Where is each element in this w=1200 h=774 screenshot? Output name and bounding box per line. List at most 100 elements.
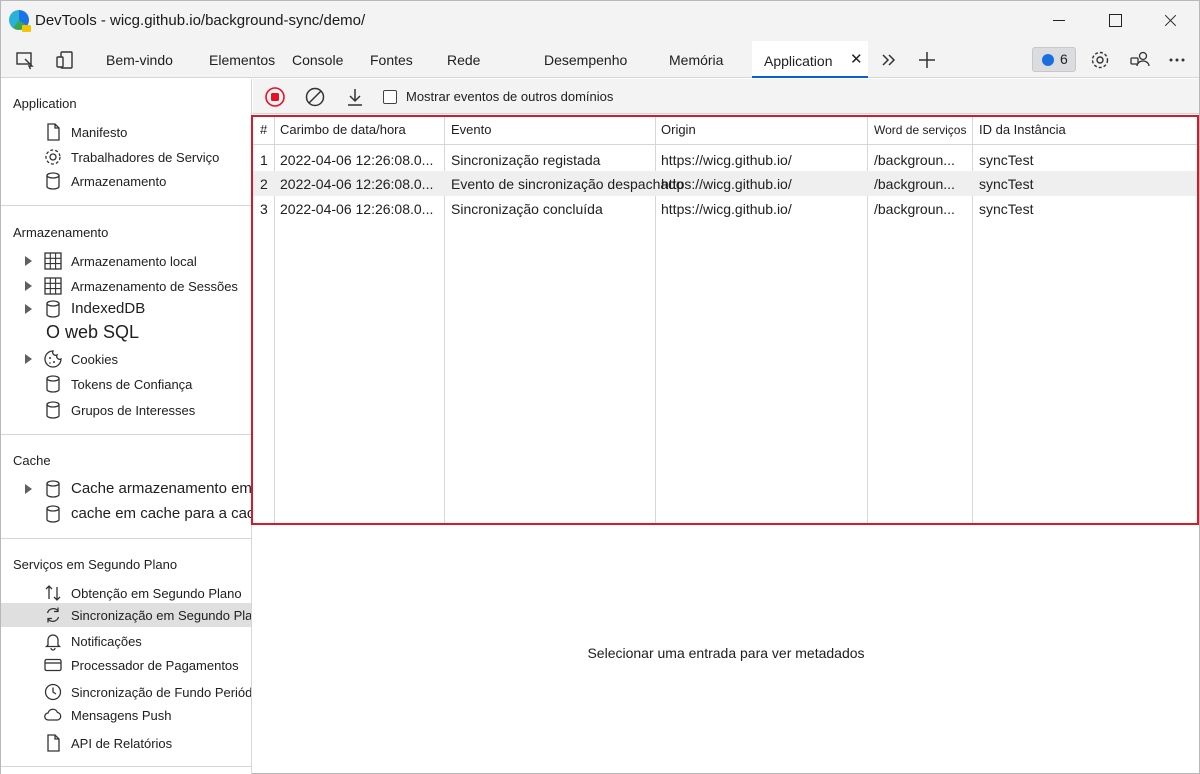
sidebar-item-label: Sincronização de Fundo Periódica [71, 685, 252, 700]
settings-gear-icon[interactable] [1089, 49, 1111, 71]
tab-sources[interactable]: Fontes [370, 52, 413, 68]
sidebar-divider [1, 434, 251, 435]
expand-arrow-icon[interactable] [25, 304, 32, 314]
sidebar-item-label: Obtenção em Segundo Plano [71, 586, 242, 601]
cell-service-worker: /backgroun... [874, 152, 955, 168]
sidebar-item-cookies[interactable]: Cookies [1, 347, 251, 371]
background-sync-toolbar: Mostrar eventos de outros domínios [253, 79, 1199, 114]
clear-block-icon[interactable] [304, 86, 326, 108]
cell-event: Evento de sincronização despachado [451, 176, 684, 192]
cell-instance-id: syncTest [979, 176, 1034, 192]
issues-count: 6 [1060, 51, 1068, 67]
tab-welcome[interactable]: Bem-vindo [106, 52, 173, 68]
sidebar-item-push-messaging[interactable]: Mensagens Push [1, 703, 251, 727]
tab-application-label: Application [764, 53, 833, 69]
database-icon [46, 300, 60, 318]
cell-origin: https://wicg.github.io/ [661, 201, 792, 217]
cell-timestamp: 2022-04-06 12:26:08.0... [280, 152, 434, 168]
cell-index: 2 [260, 176, 268, 192]
tab-console[interactable]: Console [292, 52, 343, 68]
more-options-icon[interactable] [1166, 49, 1188, 71]
sidebar-item-session-storage[interactable]: Armazenamento de Sessões [1, 274, 251, 298]
cell-service-worker: /backgroun... [874, 201, 955, 217]
feedback-icon[interactable] [1129, 49, 1151, 71]
sidebar-item-web-sql[interactable]: O web SQL [1, 321, 251, 349]
table-row[interactable]: 1 2022-04-06 12:26:08.0... Sincronização… [253, 147, 1199, 172]
sidebar-item-cache-storage[interactable]: Cache armazenamento em [1, 477, 252, 501]
cloud-icon [44, 708, 62, 721]
expand-arrow-icon[interactable] [25, 256, 32, 266]
column-header-service-worker[interactable]: Word de serviços [874, 123, 966, 137]
sidebar-item-notifications[interactable]: Notificações [1, 629, 251, 653]
metadata-placeholder: Selecionar uma entrada para ver metadado… [587, 645, 865, 661]
sidebar-item-service-workers[interactable]: Trabalhadores de Serviço [1, 145, 251, 169]
sidebar-item-back-forward-cache[interactable]: cache em cache para a cache [1, 502, 252, 526]
clock-icon [44, 683, 62, 701]
cell-index: 3 [260, 201, 268, 217]
minimize-button[interactable] [1048, 9, 1072, 33]
sidebar-item-background-sync[interactable]: Sincronização em Segundo Plano [1, 603, 251, 627]
section-storage-title: Armazenamento [13, 225, 109, 240]
panel-tab-bar: Bem-vindo Elementos Console Fontes Rede … [1, 41, 1199, 78]
sidebar-item-label: IndexedDB [71, 300, 146, 317]
database-icon [46, 375, 60, 393]
document-icon [47, 123, 60, 141]
tab-elements[interactable]: Elementos [209, 52, 275, 68]
title-bar: DevTools - wicg.github.io/background-syn… [1, 1, 1199, 41]
device-emulation-icon[interactable] [54, 49, 76, 71]
column-header-timestamp[interactable]: Carimbo de data/hora [280, 122, 406, 137]
sidebar-item-label: cache em cache para a cache [71, 505, 252, 522]
sidebar-item-label: Grupos de Interesses [71, 403, 196, 418]
sidebar-item-storage[interactable]: Armazenamento [1, 169, 251, 193]
database-icon [46, 401, 60, 419]
add-tab-icon[interactable] [916, 49, 938, 71]
section-background-services-title: Serviços em Segundo Plano [13, 557, 178, 572]
show-other-domains-checkbox[interactable] [383, 90, 397, 104]
sidebar-item-local-storage[interactable]: Armazenamento local [1, 249, 251, 273]
sidebar-item-background-fetch[interactable]: Obtenção em Segundo Plano [1, 581, 251, 605]
sidebar-item-label: Armazenamento de Sessões [71, 279, 238, 294]
record-stop-icon[interactable] [264, 86, 286, 108]
cell-timestamp: 2022-04-06 12:26:08.0... [280, 176, 434, 192]
sidebar-item-label: Cache armazenamento em [71, 480, 252, 497]
sidebar-item-manifest[interactable]: Manifesto [1, 120, 251, 144]
grid-icon [44, 252, 62, 270]
sidebar-item-label: Tokens de Confiança [71, 377, 193, 392]
arrows-updown-icon [45, 585, 61, 601]
column-header-origin[interactable]: Origin [661, 122, 696, 137]
sidebar-item-periodic-background-sync[interactable]: Sincronização de Fundo Periódica [1, 680, 252, 704]
bell-icon [44, 634, 62, 651]
tab-memory[interactable]: Memória [669, 52, 723, 68]
close-window-button[interactable] [1159, 9, 1183, 33]
table-row[interactable]: 2 2022-04-06 12:26:08.0... Evento de sin… [253, 171, 1199, 196]
column-header-index[interactable]: # [260, 122, 267, 137]
more-tabs-icon[interactable] [878, 49, 900, 71]
column-header-instance-id[interactable]: ID da Instância [979, 122, 1066, 137]
expand-arrow-icon[interactable] [25, 354, 32, 364]
sidebar-item-interest-groups[interactable]: Grupos de Interesses [1, 398, 251, 422]
sidebar-item-label: Cookies [71, 352, 118, 367]
cell-service-worker: /backgroun... [874, 176, 955, 192]
tab-network[interactable]: Rede [447, 52, 480, 68]
sidebar-item-label: API de Relatórios [71, 736, 173, 751]
sidebar-item-reporting-api[interactable]: API de Relatórios [1, 731, 251, 755]
sidebar-divider [1, 205, 251, 206]
cell-event: Sincronização registada [451, 152, 601, 168]
cell-timestamp: 2022-04-06 12:26:08.0... [280, 201, 434, 217]
download-icon[interactable] [344, 86, 366, 108]
grid-icon [44, 277, 62, 295]
expand-arrow-icon[interactable] [25, 281, 32, 291]
inspect-element-icon[interactable] [14, 49, 36, 71]
sidebar-item-label: Mensagens Push [71, 708, 172, 723]
sidebar-item-indexeddb[interactable]: IndexedDB [1, 297, 251, 321]
sidebar-divider [1, 766, 251, 767]
close-tab-icon[interactable]: ✕ [850, 50, 863, 68]
expand-arrow-icon[interactable] [25, 484, 32, 494]
table-row[interactable]: 3 2022-04-06 12:26:08.0... Sincronização… [253, 196, 1199, 221]
column-header-event[interactable]: Evento [451, 122, 491, 137]
sidebar-item-payment-handler[interactable]: Processador de Pagamentos [1, 653, 251, 677]
sidebar-item-trust-tokens[interactable]: Tokens de Confiança [1, 372, 251, 396]
issues-counter-button[interactable]: 6 [1032, 47, 1076, 72]
tab-performance[interactable]: Desempenho [544, 52, 627, 68]
maximize-button[interactable] [1104, 9, 1128, 33]
